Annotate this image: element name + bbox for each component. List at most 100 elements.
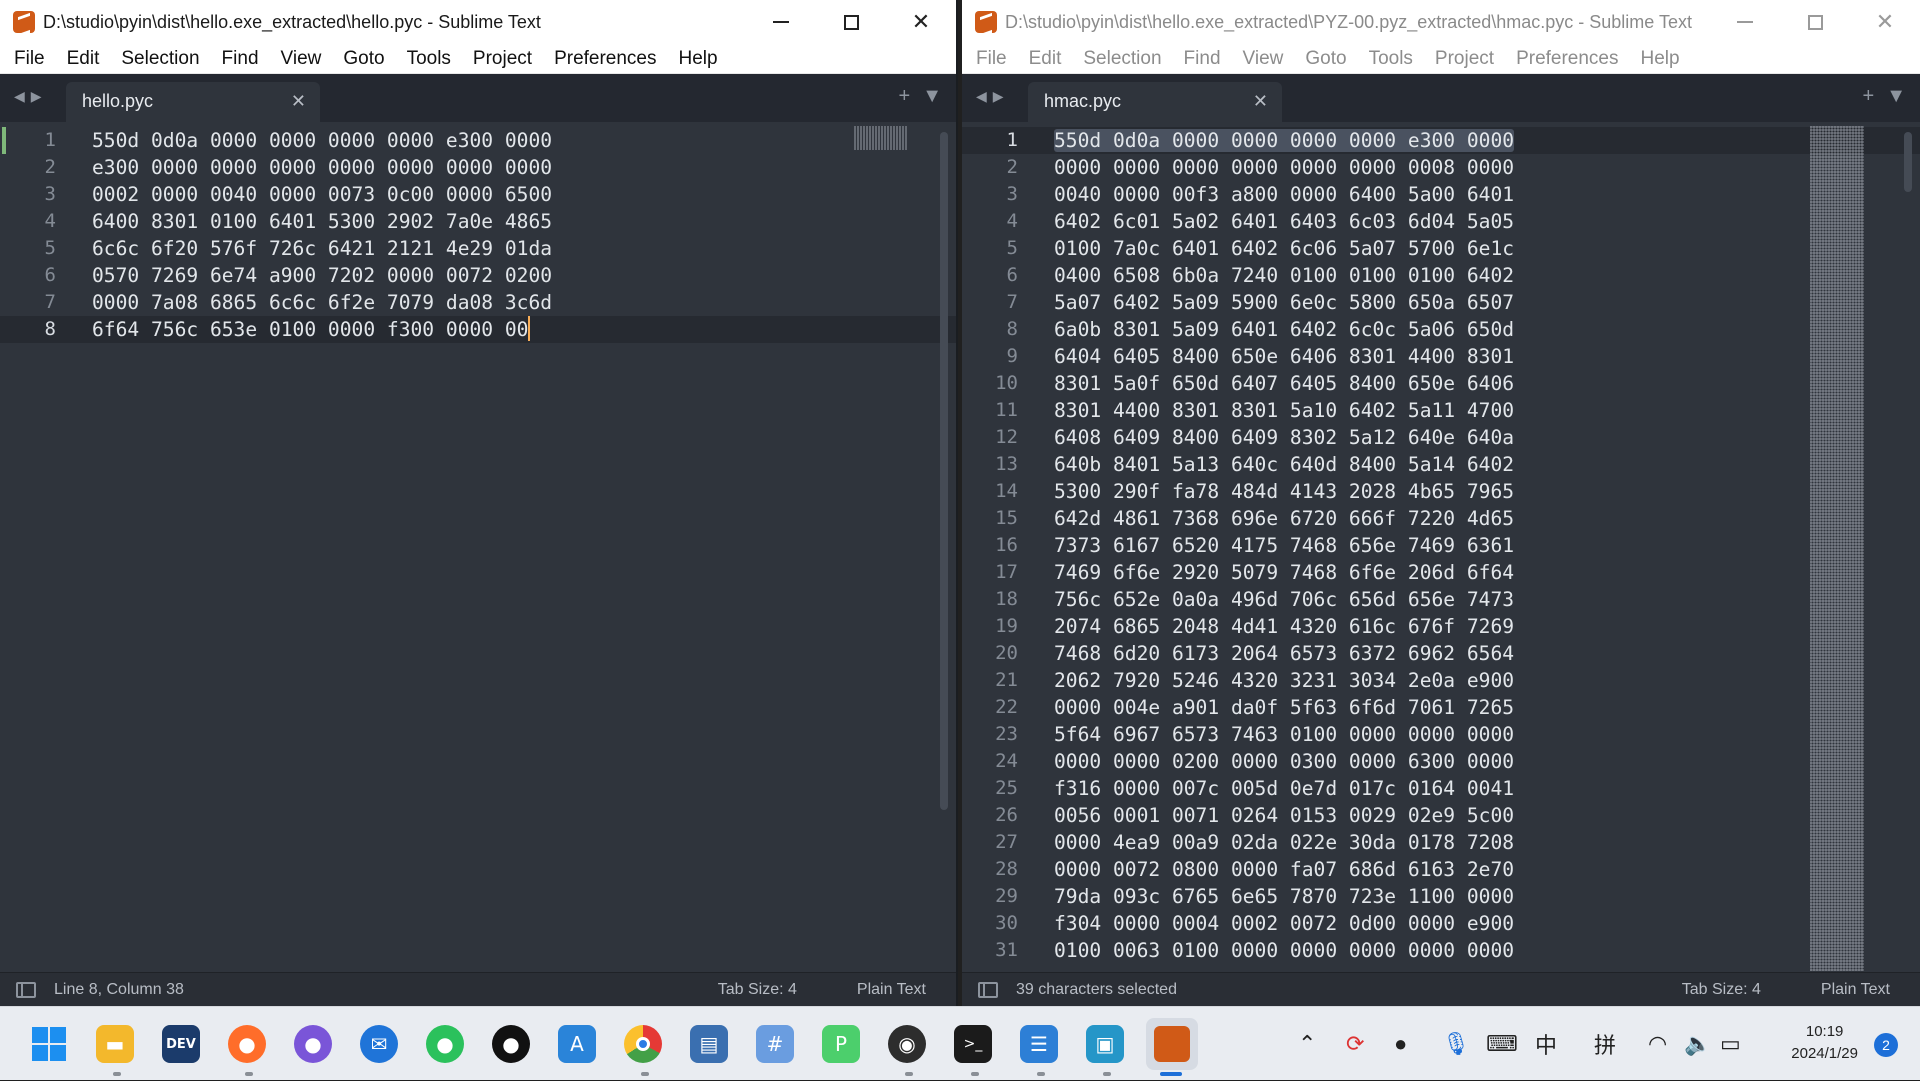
vertical-scrollbar[interactable]	[1904, 132, 1912, 192]
remote-desktop-icon[interactable]: ▣	[1086, 1025, 1124, 1063]
menu-goto[interactable]: Goto	[1294, 48, 1357, 70]
ime-pinyin-indicator[interactable]: 拼	[1594, 1007, 1616, 1081]
tab-list-icon[interactable]: ▼	[922, 85, 942, 108]
editor-area[interactable]: 1 2 3 4 5 6 7 8 550d 0d0a 0000 0000 0000 0000 e…	[0, 122, 956, 972]
maximize-button[interactable]	[1780, 0, 1850, 44]
menu-view[interactable]: View	[1232, 48, 1295, 70]
keyboard-icon[interactable]: ⌨	[1486, 1007, 1518, 1081]
sublime-text-taskbar-button[interactable]	[1146, 1018, 1198, 1070]
code-line[interactable]: 0002 0000 0040 0000 0073 0c00 0000 6500	[72, 181, 956, 208]
code-line[interactable]: 79da 093c 6765 6e65 7870 723e 1100 0000	[1034, 883, 1920, 910]
qq-icon[interactable]: ●	[492, 1025, 530, 1063]
selection-status[interactable]: 39 characters selected	[1016, 981, 1177, 999]
menu-help[interactable]: Help	[668, 48, 729, 70]
code-line[interactable]: 6404 6405 8400 650e 6406 8301 4400 8301	[1034, 343, 1920, 370]
code-line[interactable]: 640b 8401 5a13 640c 640d 8400 5a14 6402	[1034, 451, 1920, 478]
syntax-mode[interactable]: Plain Text	[1791, 981, 1920, 999]
tab-list-icon[interactable]: ▼	[1886, 85, 1906, 108]
code-line[interactable]: 0000 004e a901 da0f 5f63 6f6d 7061 7265	[1034, 694, 1920, 721]
dictionary-icon[interactable]: A	[558, 1025, 596, 1063]
code-line[interactable]: 6c6c 6f20 576f 726c 6421 2121 4e29 01da	[72, 235, 956, 262]
panel-toggle-icon[interactable]	[16, 981, 36, 998]
menu-file[interactable]: File	[2, 48, 56, 70]
code-line[interactable]: 0056 0001 0071 0264 0153 0029 02e9 5c00	[1034, 802, 1920, 829]
menu-project[interactable]: Project	[1424, 48, 1505, 70]
menu-find[interactable]: Find	[1173, 48, 1232, 70]
minimap[interactable]	[854, 126, 908, 150]
tab-close-icon[interactable]: ✕	[291, 91, 306, 112]
menu-project[interactable]: Project	[462, 48, 543, 70]
thunderbird-icon[interactable]: ✉	[360, 1025, 398, 1063]
menu-file[interactable]: File	[964, 48, 1018, 70]
code-content[interactable]: 550d 0d0a 0000 0000 0000 0000 e300 0000 0…	[1034, 127, 1920, 964]
tab-nav-arrows[interactable]: ◀ ▶	[976, 88, 1004, 105]
minimize-button[interactable]	[746, 0, 816, 44]
tab-hmac-pyc[interactable]: hmac.pyc ✕	[1028, 82, 1282, 122]
notification-badge[interactable]: 2	[1874, 1033, 1898, 1057]
windows-start-icon[interactable]	[30, 1025, 68, 1063]
qq-tray-icon[interactable]: ●	[1394, 1007, 1407, 1081]
code-line[interactable]: f304 0000 0004 0002 0072 0d00 0000 e900	[1034, 910, 1920, 937]
code-line[interactable]: 6400 8301 0100 6401 5300 2902 7a0e 4865	[72, 208, 956, 235]
minimize-button[interactable]	[1710, 0, 1780, 44]
menu-preferences[interactable]: Preferences	[1505, 48, 1629, 70]
menu-selection[interactable]: Selection	[110, 48, 210, 70]
syntax-mode[interactable]: Plain Text	[827, 981, 956, 999]
maximize-button[interactable]	[816, 0, 886, 44]
close-button[interactable]: ✕	[1850, 0, 1920, 44]
tab-hello-pyc[interactable]: hello.pyc ✕	[66, 82, 320, 122]
code-line[interactable]: 0000 0000 0000 0000 0000 0000 0008 0000	[1034, 154, 1920, 181]
menu-selection[interactable]: Selection	[1072, 48, 1172, 70]
firefox-icon[interactable]: ●	[228, 1025, 266, 1063]
code-line[interactable]: 756c 652e 0a0a 496d 706c 656d 656e 7473	[1034, 586, 1920, 613]
network-app-icon[interactable]: #	[756, 1025, 794, 1063]
code-line[interactable]: 0000 0072 0800 0000 fa07 686d 6163 2e70	[1034, 856, 1920, 883]
tab-nav-arrows[interactable]: ◀ ▶	[14, 88, 42, 105]
code-line[interactable]: 0000 7a08 6865 6c6c 6f2e 7079 da08 3c6d	[72, 289, 956, 316]
tray-overflow-icon[interactable]: ⌃	[1298, 1007, 1316, 1081]
devcpp-icon[interactable]: DEV	[162, 1025, 200, 1063]
vertical-scrollbar[interactable]	[940, 132, 948, 810]
code-line[interactable]: 0040 0000 00f3 a800 0000 6400 5a00 6401	[1034, 181, 1920, 208]
arrow-left-icon[interactable]: ◀	[14, 88, 25, 105]
wifi-icon[interactable]: ◠	[1648, 1007, 1667, 1081]
code-line[interactable]: 6a0b 8301 5a09 6401 6402 6c0c 5a06 650d	[1034, 316, 1920, 343]
menu-edit[interactable]: Edit	[1018, 48, 1073, 70]
code-line[interactable]: 0000 4ea9 00a9 02da 022e 30da 0178 7208	[1034, 829, 1920, 856]
code-line[interactable]: 7469 6f6e 2920 5079 7468 6f6e 206d 6f64	[1034, 559, 1920, 586]
pycharm-icon[interactable]: P	[822, 1025, 860, 1063]
arrow-right-icon[interactable]: ▶	[993, 88, 1004, 105]
sublime-window-right[interactable]: D:\studio\pyin\dist\hello.exe_extracted\…	[962, 0, 1920, 1006]
code-line[interactable]: 550d 0d0a 0000 0000 0000 0000 e300 0000	[72, 127, 956, 154]
code-line[interactable]: 8301 4400 8301 8301 5a10 6402 5a11 4700	[1034, 397, 1920, 424]
minimap[interactable]	[1810, 126, 1864, 971]
code-line[interactable]: 5300 290f fa78 484d 4143 2028 4b65 7965	[1034, 478, 1920, 505]
menu-help[interactable]: Help	[1630, 48, 1691, 70]
chrome-icon[interactable]	[624, 1025, 662, 1063]
obs-icon[interactable]: ◉	[888, 1025, 926, 1063]
clock[interactable]: 10:19 2024/1/29	[1791, 1021, 1858, 1065]
menu-tools[interactable]: Tools	[396, 48, 462, 70]
title-bar[interactable]: D:\studio\pyin\dist\hello.exe_extracted\…	[0, 0, 956, 44]
code-content[interactable]: 550d 0d0a 0000 0000 0000 0000 e300 0000 e…	[72, 127, 956, 343]
menu-edit[interactable]: Edit	[56, 48, 111, 70]
code-line[interactable]: 7373 6167 6520 4175 7468 656e 7469 6361	[1034, 532, 1920, 559]
tab-size[interactable]: Tab Size: 4	[688, 981, 827, 999]
close-button[interactable]: ✕	[886, 0, 956, 44]
code-line[interactable]: 5a07 6402 5a09 5900 6e0c 5800 650a 6507	[1034, 289, 1920, 316]
menu-preferences[interactable]: Preferences	[543, 48, 667, 70]
new-tab-icon[interactable]: +	[899, 85, 911, 108]
code-line[interactable]: 2062 7920 5246 4320 3231 3034 2e0a e900	[1034, 667, 1920, 694]
arrow-right-icon[interactable]: ▶	[31, 88, 42, 105]
python-icon[interactable]: ▤	[690, 1025, 728, 1063]
code-line[interactable]: 0000 0000 0200 0000 0300 0000 6300 0000	[1034, 748, 1920, 775]
sublime-window-left[interactable]: D:\studio\pyin\dist\hello.exe_extracted\…	[0, 0, 958, 1006]
title-bar[interactable]: D:\studio\pyin\dist\hello.exe_extracted\…	[962, 0, 1920, 44]
volume-icon[interactable]: 🔈	[1684, 1007, 1711, 1081]
sync-icon[interactable]: ⟳	[1346, 1007, 1364, 1081]
code-line[interactable]: 8301 5a0f 650d 6407 6405 8400 650e 6406	[1034, 370, 1920, 397]
code-line[interactable]: 0570 7269 6e74 a900 7202 0000 0072 0200	[72, 262, 956, 289]
microphone-icon[interactable]: 🎙	[1442, 1007, 1470, 1081]
code-line[interactable]: 642d 4861 7368 696e 6720 666f 7220 4d65	[1034, 505, 1920, 532]
code-line[interactable]: 2074 6865 2048 4d41 4320 616c 676f 7269	[1034, 613, 1920, 640]
